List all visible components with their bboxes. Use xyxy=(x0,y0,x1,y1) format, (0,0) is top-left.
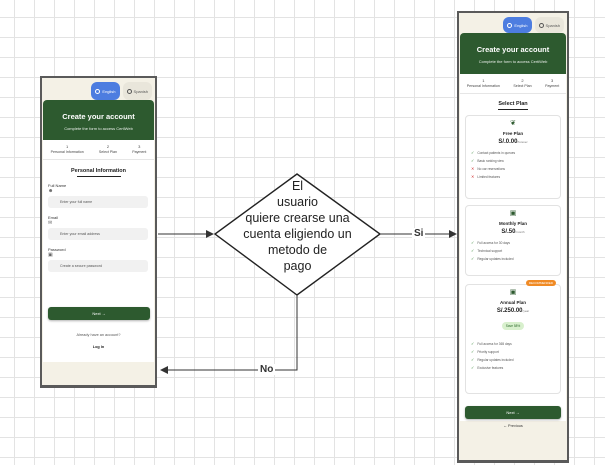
no-label: No xyxy=(258,364,276,375)
decision-line: El xyxy=(291,179,304,193)
no-arrow xyxy=(160,295,298,374)
decision-line: quiere crearse una xyxy=(245,211,350,225)
decision-line: metodo de xyxy=(267,243,328,257)
decision-line: pago xyxy=(283,259,312,273)
yes-label: Si xyxy=(412,228,426,239)
decision-line: usuario xyxy=(277,195,318,209)
decision-line: cuenta eligiendo un xyxy=(243,227,352,241)
decision-text: El usuario quiere crearse una cuenta eli… xyxy=(232,178,363,274)
